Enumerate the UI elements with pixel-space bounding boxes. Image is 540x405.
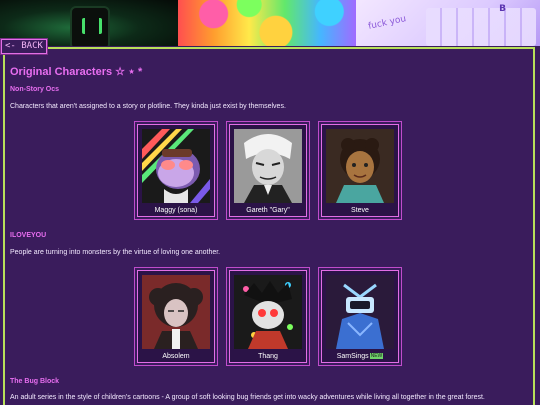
banner-key-label: B [499,4,506,14]
character-card-samsings[interactable]: SamSings NEW [319,268,401,365]
character-portrait [142,275,210,349]
banner-image-rainbow [178,0,356,46]
section-desc-non-story: Characters that aren't assigned to a sto… [10,103,286,110]
character-card-steve[interactable]: Steve [319,122,401,219]
character-name: Maggy (sona) [154,207,198,214]
character-name: SamSings NEW [322,353,398,360]
back-button[interactable]: <- BACK [0,38,48,55]
character-name: Gareth "Gary" [246,207,290,214]
page-title-wrap: Original Characters ☆ ⋆ * [10,65,142,78]
character-grid-iloveyou: Absolem Thang SamSings NEW [135,268,401,365]
section-title-bug-block: The Bug Block [10,378,60,385]
banner-image-keyboard: fuck you B [356,0,540,46]
character-portrait [326,275,394,349]
character-portrait [142,129,210,203]
character-name: Steve [351,207,369,214]
page-title: Original Characters ☆ ⋆ * [10,66,143,78]
new-badge: NEW [369,353,384,360]
section-title-non-story: Non-Story Ocs [10,86,60,93]
character-name: Thang [258,353,278,360]
character-portrait [234,129,302,203]
header-banner: fuck you B [0,0,540,46]
character-portrait [234,275,302,349]
section-desc-iloveyou: People are turning into monsters by the … [10,249,221,256]
character-name-text: SamSings [336,353,369,360]
section-desc-bug-block: An adult series in the style of children… [10,394,485,401]
section-title-iloveyou: ILOVEYOU [10,232,47,239]
character-card-absolem[interactable]: Absolem [135,268,217,365]
character-card-thang[interactable]: Thang [227,268,309,365]
character-portrait [326,129,394,203]
character-grid-non-story: Maggy (sona) Gareth "Gary" Steve [135,122,401,219]
character-card-maggy[interactable]: Maggy (sona) [135,122,217,219]
character-name: Absolem [162,353,190,360]
character-card-gareth[interactable]: Gareth "Gary" [227,122,309,219]
banner-note-text: fuck you [367,14,408,32]
